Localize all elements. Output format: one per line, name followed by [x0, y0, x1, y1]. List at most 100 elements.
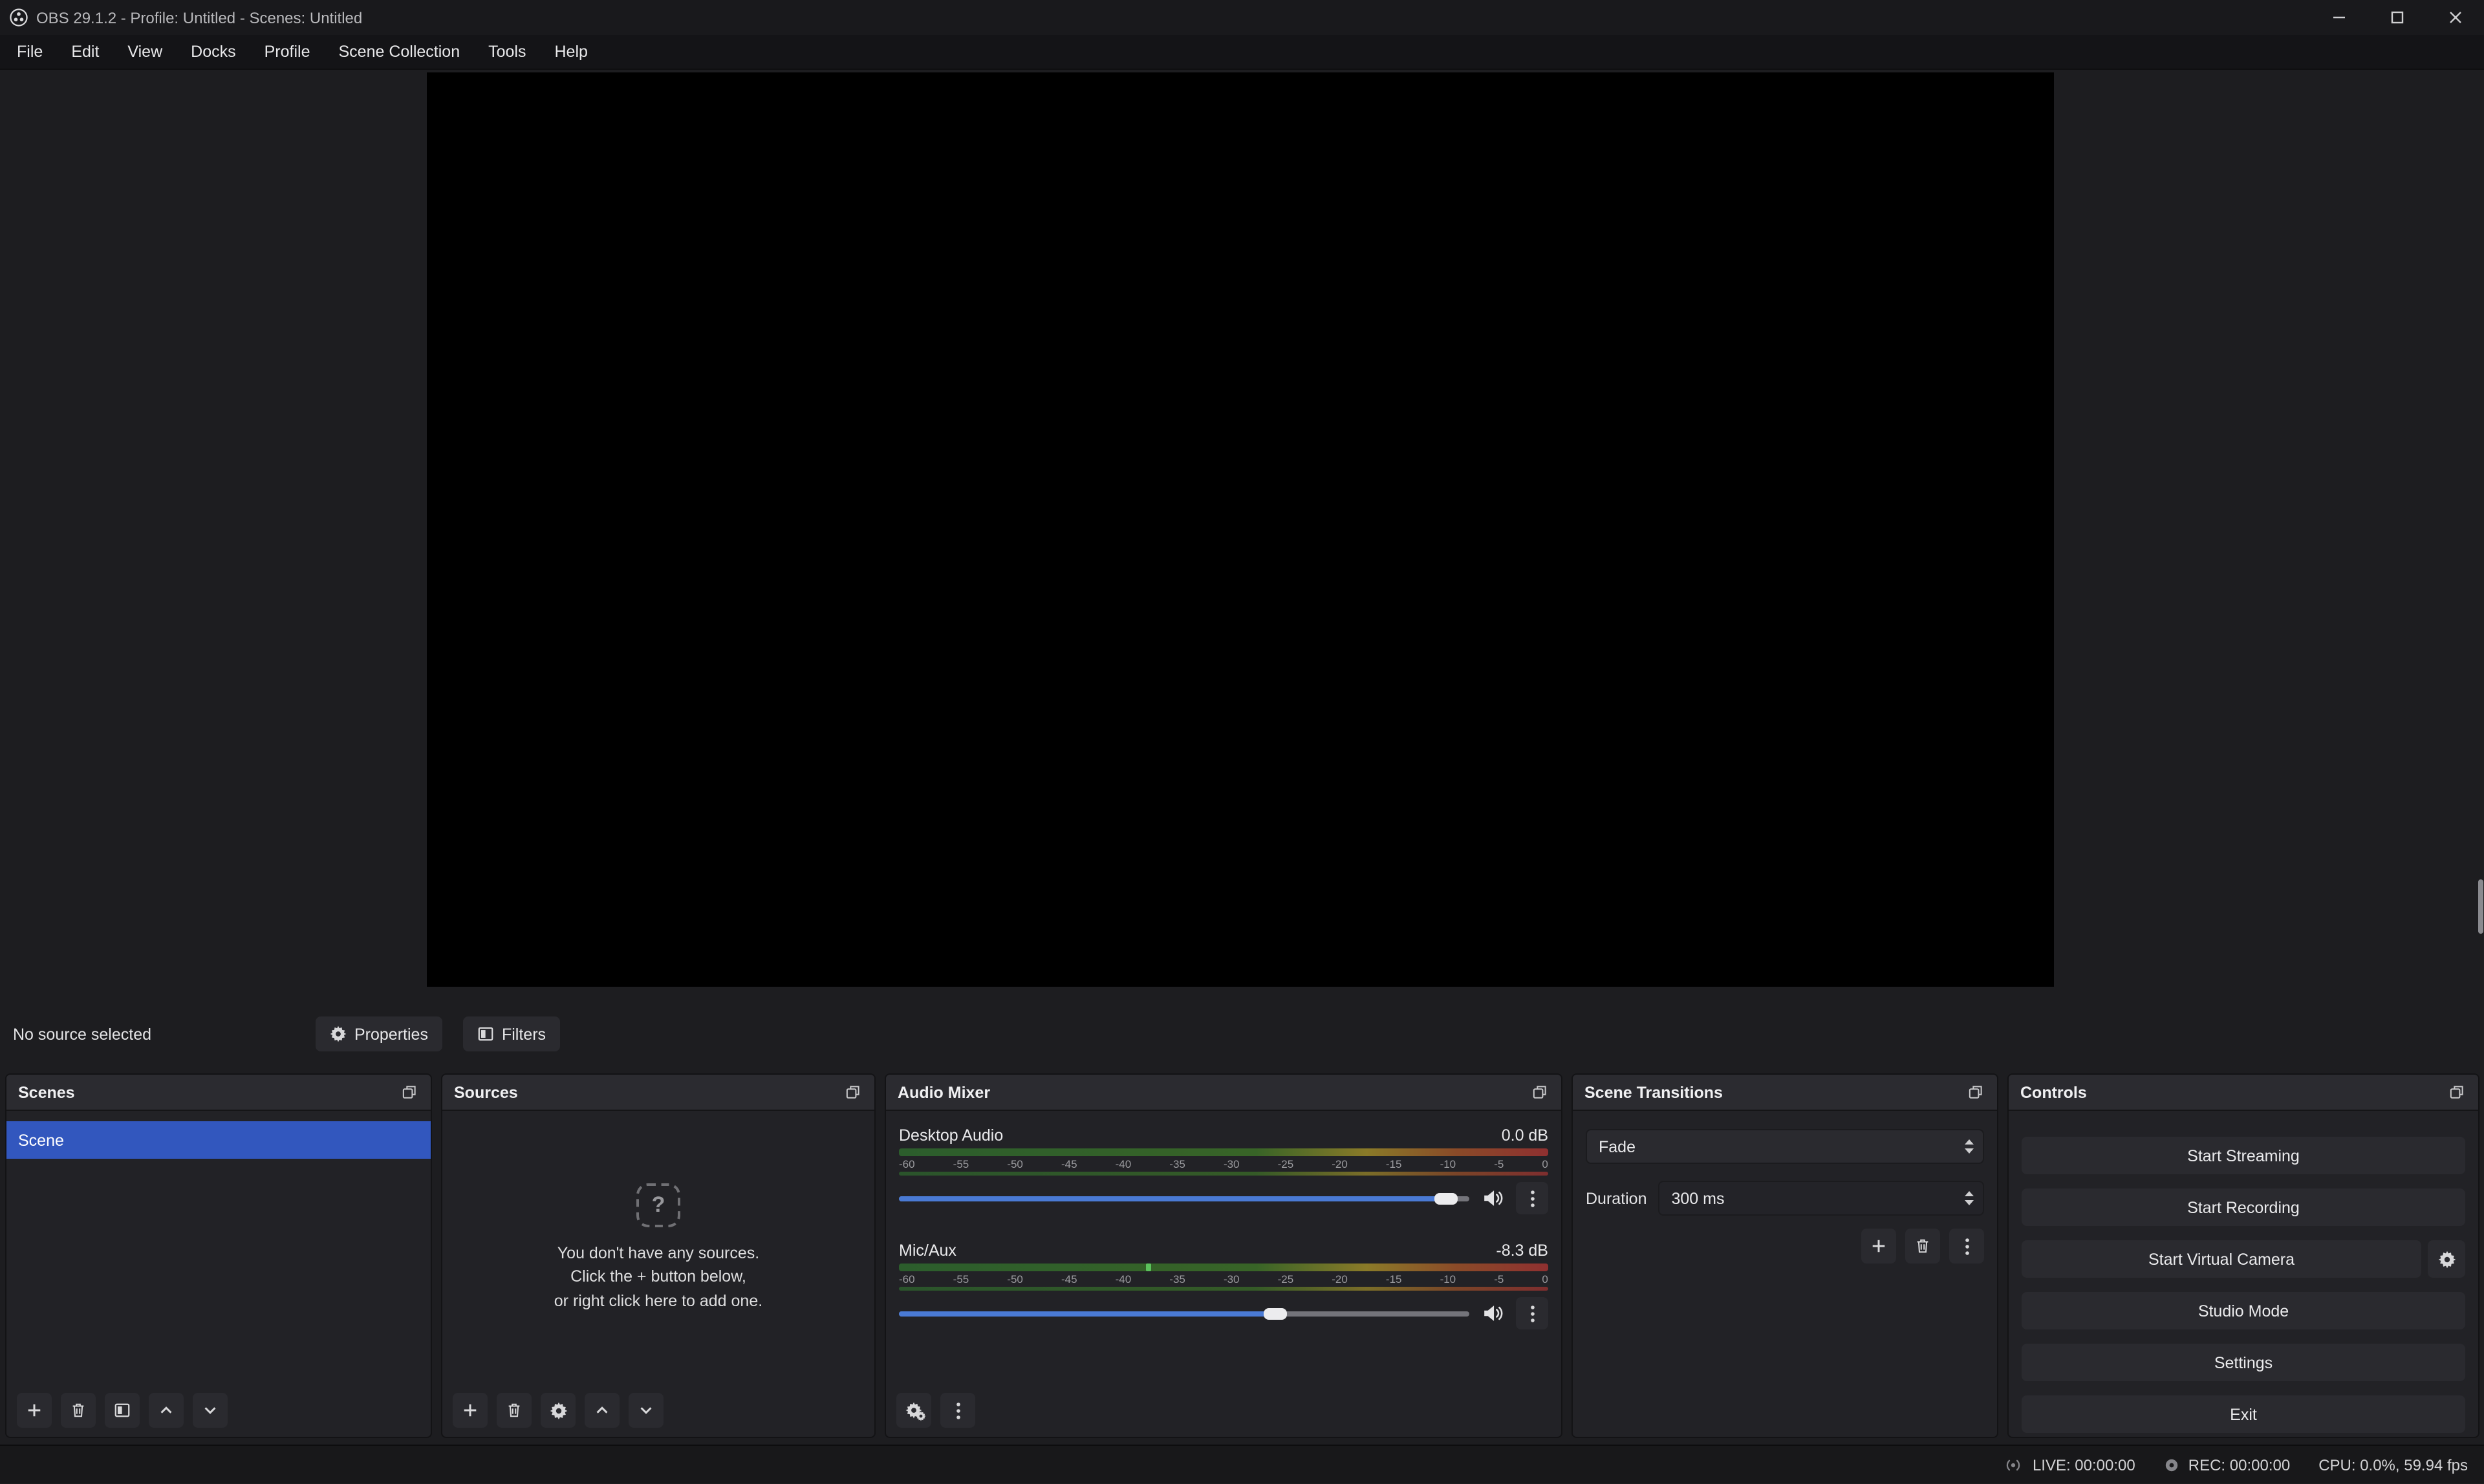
- popout-icon[interactable]: [1966, 1082, 1985, 1102]
- properties-button-label: Properties: [354, 1025, 428, 1043]
- sources-empty-text: You don't have any sources. Click the + …: [554, 1242, 762, 1313]
- meter-tick-label: 0: [1542, 1273, 1548, 1285]
- record-icon: [2164, 1457, 2179, 1472]
- audio-mixer-dock: Audio Mixer Desktop Audio 0.0 dB -60 -55 -…: [885, 1073, 1562, 1438]
- transition-properties-button[interactable]: [1949, 1229, 1984, 1264]
- menu-help[interactable]: Help: [541, 34, 602, 69]
- meter-tick-label: -50: [1007, 1157, 1023, 1170]
- scene-list-item[interactable]: Scene: [6, 1121, 431, 1159]
- menu-edit[interactable]: Edit: [57, 34, 113, 69]
- sources-dock-header: Sources: [442, 1075, 874, 1111]
- remove-scene-button[interactable]: [61, 1393, 96, 1428]
- scenes-dock: Scenes Scene: [5, 1073, 432, 1438]
- question-mark-icon: ?: [636, 1184, 680, 1228]
- preview-canvas[interactable]: [427, 72, 2054, 987]
- close-button[interactable]: [2426, 0, 2484, 35]
- popout-icon[interactable]: [2447, 1082, 2467, 1102]
- start-virtual-camera-button[interactable]: Start Virtual Camera: [2022, 1240, 2421, 1278]
- channel-name: Desktop Audio: [899, 1126, 1003, 1145]
- start-recording-button[interactable]: Start Recording: [2022, 1188, 2465, 1226]
- menu-scene-collection[interactable]: Scene Collection: [325, 34, 475, 69]
- menu-tools[interactable]: Tools: [474, 34, 540, 69]
- duration-spinbox[interactable]: 300 ms: [1659, 1181, 1985, 1216]
- source-properties-button[interactable]: [541, 1393, 576, 1428]
- properties-button[interactable]: Properties: [316, 1016, 442, 1051]
- transition-selected-value: Fade: [1599, 1137, 1636, 1156]
- meter-tick-label: -5: [1494, 1157, 1504, 1170]
- transitions-body: Fade Duration 300 ms: [1573, 1111, 1997, 1264]
- speaker-icon[interactable]: [1481, 1188, 1504, 1208]
- titlebar: OBS 29.1.2 - Profile: Untitled - Scenes:…: [0, 0, 2484, 35]
- sources-empty-state[interactable]: ? You don't have any sources. Click the …: [442, 1111, 874, 1385]
- settings-button[interactable]: Settings: [2022, 1344, 2465, 1381]
- move-scene-up-button[interactable]: [149, 1393, 184, 1428]
- filters-button[interactable]: Filters: [463, 1016, 560, 1051]
- maximize-button[interactable]: [2368, 0, 2426, 35]
- add-transition-button[interactable]: [1861, 1229, 1896, 1264]
- meter-tick-label: -40: [1116, 1273, 1132, 1285]
- scenes-dock-header: Scenes: [6, 1075, 431, 1111]
- transition-select[interactable]: Fade: [1586, 1129, 1984, 1164]
- remove-transition-button[interactable]: [1905, 1229, 1940, 1264]
- menu-docks[interactable]: Docks: [177, 34, 250, 69]
- channel-volume-db: -8.3 dB: [1496, 1242, 1548, 1260]
- exit-button[interactable]: Exit: [2022, 1395, 2465, 1433]
- mixer-toolbar: [886, 1385, 1561, 1437]
- audio-meter-secondary: [899, 1172, 1548, 1176]
- scenes-dock-title: Scenes: [18, 1083, 75, 1101]
- channel-volume-db: 0.0 dB: [1502, 1126, 1548, 1145]
- duration-label: Duration: [1586, 1189, 1647, 1207]
- remove-source-button[interactable]: [497, 1393, 532, 1428]
- volume-slider-handle[interactable]: [1435, 1192, 1458, 1204]
- menu-view[interactable]: View: [113, 34, 177, 69]
- advanced-audio-properties-button[interactable]: [896, 1393, 931, 1428]
- mixer-options-button[interactable]: [940, 1393, 975, 1428]
- volume-slider[interactable]: [899, 1311, 1469, 1316]
- meter-tick-label: 0: [1542, 1157, 1548, 1170]
- controls-dock-title: Controls: [2020, 1083, 2087, 1101]
- broadcast-icon: [2004, 1457, 2024, 1472]
- meter-tick-label: -45: [1061, 1157, 1077, 1170]
- popout-icon[interactable]: [400, 1082, 419, 1102]
- scrollbar-thumb[interactable]: [2478, 879, 2483, 934]
- meter-tick-label: -60: [899, 1157, 915, 1170]
- spinbox-arrows-icon[interactable]: [1965, 1191, 1974, 1205]
- meter-tick-label: -55: [953, 1273, 969, 1285]
- sources-dock: Sources ? You don't have any sources. Cl…: [441, 1073, 876, 1438]
- scene-transitions-dock: Scene Transitions Fade Duration 300 ms: [1571, 1073, 1998, 1438]
- scenes-toolbar: [6, 1385, 431, 1437]
- channel-options-button[interactable]: [1516, 1182, 1548, 1214]
- add-scene-button[interactable]: [17, 1393, 52, 1428]
- move-source-down-button[interactable]: [629, 1393, 664, 1428]
- minimize-button[interactable]: [2310, 0, 2368, 35]
- channel-options-button[interactable]: [1516, 1297, 1548, 1329]
- scene-list: Scene: [6, 1111, 431, 1159]
- meter-tick-label: -20: [1332, 1273, 1348, 1285]
- meter-tick-label: -50: [1007, 1273, 1023, 1285]
- sources-toolbar: [442, 1385, 874, 1437]
- add-source-button[interactable]: [453, 1393, 488, 1428]
- volume-slider[interactable]: [899, 1196, 1469, 1201]
- move-source-up-button[interactable]: [585, 1393, 620, 1428]
- virtual-camera-settings-button[interactable]: [2428, 1240, 2465, 1278]
- studio-mode-button[interactable]: Studio Mode: [2022, 1292, 2465, 1329]
- scene-filters-button[interactable]: [105, 1393, 140, 1428]
- menu-profile[interactable]: Profile: [250, 34, 325, 69]
- speaker-icon[interactable]: [1481, 1304, 1504, 1323]
- rec-status: REC: 00:00:00: [2164, 1456, 2290, 1474]
- move-scene-down-button[interactable]: [193, 1393, 228, 1428]
- volume-slider-handle[interactable]: [1264, 1307, 1287, 1319]
- audio-mixer-dock-title: Audio Mixer: [898, 1083, 990, 1101]
- meter-tick-label: -40: [1116, 1157, 1132, 1170]
- meter-tick-label: -35: [1169, 1157, 1185, 1170]
- meter-tick-label: -25: [1278, 1273, 1294, 1285]
- menu-file[interactable]: File: [3, 34, 57, 69]
- popout-icon[interactable]: [1530, 1082, 1550, 1102]
- live-status: LIVE: 00:00:00: [2004, 1456, 2135, 1474]
- status-bar: LIVE: 00:00:00 REC: 00:00:00 CPU: 0.0%, …: [0, 1445, 2484, 1483]
- meter-tick-label: -10: [1440, 1273, 1456, 1285]
- start-streaming-button[interactable]: Start Streaming: [2022, 1137, 2465, 1174]
- mixer-body: Desktop Audio 0.0 dB -60-55-50-45-40-35-…: [886, 1111, 1561, 1329]
- popout-icon[interactable]: [843, 1082, 863, 1102]
- channel-name: Mic/Aux: [899, 1242, 956, 1260]
